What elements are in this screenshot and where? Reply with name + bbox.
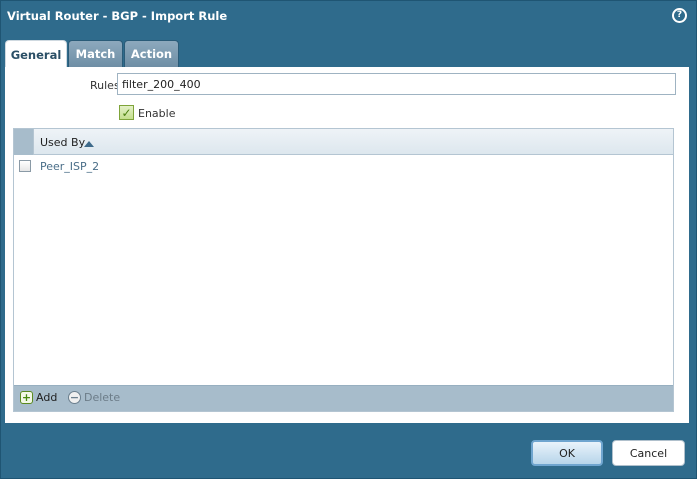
- help-icon[interactable]: ?: [672, 8, 687, 23]
- rules-label: Rules: [90, 79, 120, 92]
- grid-header: Used By: [14, 129, 673, 155]
- enable-checkbox[interactable]: ✓: [119, 105, 134, 120]
- used-by-value: Peer_ISP_2: [40, 160, 100, 173]
- rules-input[interactable]: [117, 73, 676, 95]
- enable-label: Enable: [138, 107, 176, 120]
- add-label: Add: [36, 391, 58, 404]
- select-all-column[interactable]: [14, 129, 34, 155]
- sort-ascending-icon[interactable]: [84, 141, 94, 147]
- import-rule-dialog: Virtual Router - BGP - Import Rule ? Gen…: [0, 0, 697, 479]
- tab-match[interactable]: Match: [68, 40, 123, 67]
- ok-button[interactable]: OK: [531, 440, 603, 466]
- tab-general[interactable]: General: [5, 40, 67, 68]
- grid-toolbar: + Add − Delete: [14, 385, 673, 411]
- table-row[interactable]: Peer_ISP_2: [14, 155, 673, 177]
- add-button[interactable]: + Add: [20, 391, 57, 404]
- delete-label: Delete: [84, 391, 121, 404]
- used-by-grid: Used By Peer_ISP_2 + Add − Delete: [13, 128, 674, 412]
- tab-action[interactable]: Action: [124, 40, 179, 67]
- delete-button[interactable]: − Delete: [68, 391, 120, 404]
- general-panel: Rules ✓ Enable Used By Peer_ISP_2 + Add …: [5, 67, 689, 423]
- used-by-column-header[interactable]: Used By: [40, 136, 85, 149]
- plus-icon: +: [20, 391, 33, 404]
- row-checkbox[interactable]: [19, 160, 31, 172]
- cancel-button[interactable]: Cancel: [612, 440, 685, 466]
- dialog-title: Virtual Router - BGP - Import Rule: [7, 9, 228, 23]
- minus-icon: −: [68, 391, 81, 404]
